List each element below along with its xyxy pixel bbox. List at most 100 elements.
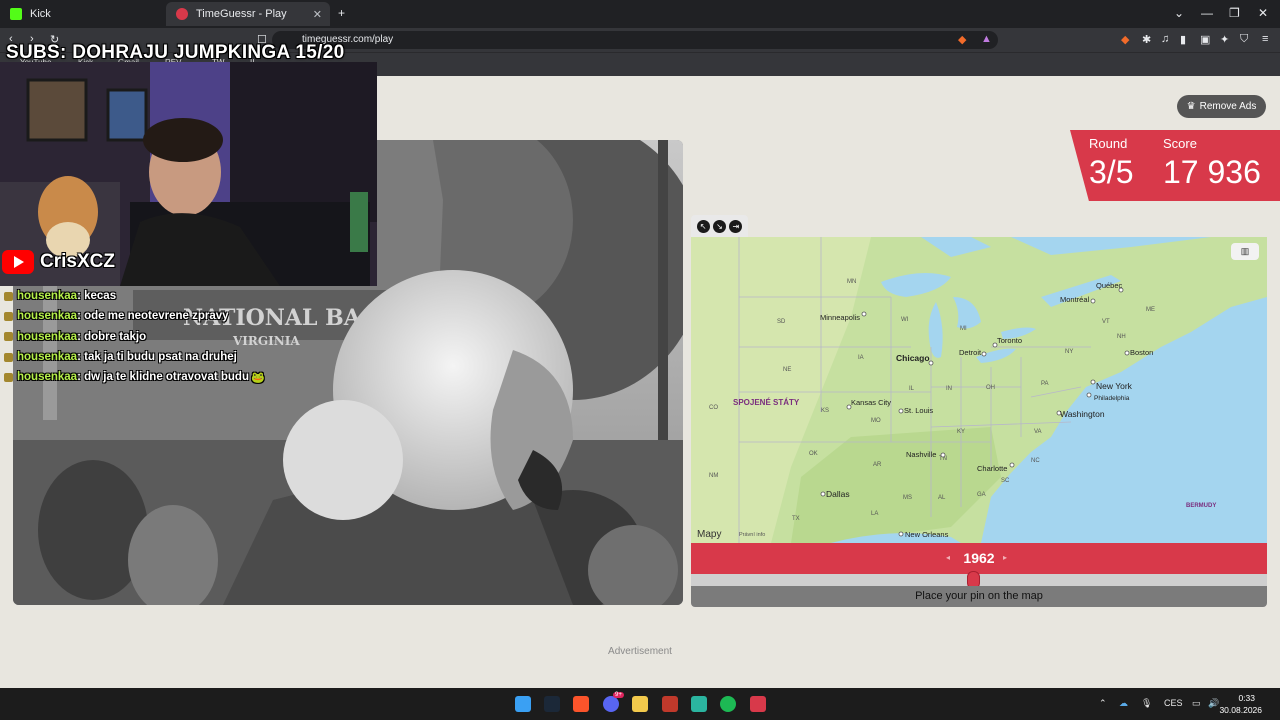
microphone-icon[interactable]: 🎙	[1141, 698, 1152, 709]
map-legal-link[interactable]: Právní info	[739, 532, 765, 538]
discord-icon[interactable]	[603, 696, 619, 712]
year-display: ◂ 1962 ▸	[691, 543, 1267, 574]
state-code: TX	[792, 516, 800, 522]
tab-search-icon[interactable]: ⌄	[1174, 6, 1184, 20]
volume-icon[interactable]: 🔊	[1208, 698, 1219, 709]
media-icon[interactable]: ♫	[1161, 33, 1169, 45]
kick-favicon-icon	[10, 8, 22, 20]
new-tab-icon[interactable]: +	[338, 6, 345, 20]
chat-badge-icon	[4, 332, 13, 342]
state-code: CO	[709, 405, 718, 411]
tray-overflow-icon[interactable]: ⌃	[1099, 698, 1107, 709]
state-code: AL	[938, 495, 946, 501]
place-pin-button[interactable]: Place your pin on the map	[691, 586, 1267, 607]
tab-kick[interactable]: Kick	[0, 2, 164, 26]
chat-text: ode me neotevrene zpravy	[84, 310, 229, 323]
state-code: MS	[903, 495, 912, 501]
restore-icon[interactable]: ❐	[1229, 6, 1240, 20]
sidebar-icon[interactable]: ▮	[1180, 33, 1186, 46]
chat-message: housenkaa: dw ja te klidne otravovat bud…	[4, 367, 294, 387]
crown-icon: ♛	[1186, 101, 1196, 112]
timeguessr-app-icon[interactable]	[750, 696, 766, 712]
pin-map-icon[interactable]: ⇥	[729, 219, 743, 233]
state-code: OK	[809, 451, 818, 457]
state-code: LA	[871, 511, 878, 517]
youtube-icon	[2, 250, 34, 274]
steam-icon[interactable]	[544, 696, 560, 712]
state-code: MO	[871, 418, 881, 424]
chat-text: dobre takjo	[84, 330, 147, 343]
chat-text: dw ja te klidne otravovat budu	[84, 371, 249, 384]
city-label: Boston	[1130, 348, 1153, 357]
menu-icon[interactable]: ≡	[1262, 33, 1268, 45]
state-code: ME	[1146, 307, 1155, 313]
remove-ads-button[interactable]: ♛ Remove Ads	[1177, 95, 1266, 118]
state-code: WI	[901, 317, 909, 323]
chat-overlay: housenkaa: kecas housenkaa: ode me neote…	[4, 286, 294, 387]
state-code: VT	[1102, 319, 1110, 325]
expand-map-icon[interactable]: ↖	[696, 219, 710, 233]
brave-rewards-icon[interactable]: ▲	[981, 33, 992, 45]
close-window-icon[interactable]: ✕	[1258, 6, 1268, 20]
chat-username: housenkaa	[17, 371, 78, 384]
chat-badge-icon	[4, 372, 13, 382]
map-layers-icon[interactable]: ▥	[1231, 243, 1259, 260]
chat-badge-icon	[4, 311, 13, 321]
chat-badge-icon	[4, 291, 13, 301]
app-red-icon[interactable]	[662, 696, 678, 712]
state-code: IN	[946, 386, 952, 392]
file-explorer-icon[interactable]	[632, 696, 648, 712]
extension-fox-icon[interactable]: ◆	[1121, 33, 1129, 46]
chat-text: tak ja ti budu psat na druhej	[84, 351, 237, 364]
minimize-icon[interactable]: —	[1201, 6, 1213, 20]
state-code: NH	[1117, 334, 1126, 340]
wallet-icon[interactable]: ▣	[1200, 33, 1210, 46]
spotify-icon[interactable]	[720, 696, 736, 712]
onedrive-icon[interactable]: ☁	[1119, 698, 1128, 709]
state-code: AR	[873, 462, 882, 468]
city-label: St. Louis	[904, 406, 933, 415]
state-code: SC	[1001, 478, 1010, 484]
city-label: Detroit	[959, 348, 982, 357]
chat-username: housenkaa	[17, 351, 78, 364]
app-teal-icon[interactable]	[691, 696, 707, 712]
chat-badge-icon	[4, 352, 13, 362]
address-bar[interactable]: timeguessr.com/play	[272, 31, 998, 49]
advertisement-label: Advertisement	[608, 646, 672, 657]
leo-ai-icon[interactable]: ✦	[1220, 33, 1229, 46]
map-attribution[interactable]: Mapy	[697, 529, 721, 540]
language-indicator[interactable]: CES	[1164, 698, 1183, 708]
guess-map[interactable]: SPOJENÉ STÁTY BERMUDY MN WI MI SD IA NE …	[691, 237, 1267, 543]
brave-browser-icon[interactable]	[573, 696, 589, 712]
extensions-icon[interactable]: ✱	[1142, 33, 1151, 46]
display-icon[interactable]: ▭	[1192, 698, 1201, 709]
state-code: PA	[1041, 381, 1049, 387]
state-code: NC	[1031, 458, 1040, 464]
chat-username: housenkaa	[17, 330, 78, 343]
start-icon[interactable]	[515, 696, 531, 712]
city-label: Nashville	[906, 450, 936, 459]
shrink-map-icon[interactable]: ↘	[712, 219, 726, 233]
subs-goal-text: SUBS: DOHRAJU JUMPKINGA 15/20	[6, 42, 345, 63]
map-image: SPOJENÉ STÁTY BERMUDY MN WI MI SD IA NE …	[691, 237, 1267, 543]
city-label: Washington	[1060, 409, 1105, 419]
chat-username: housenkaa	[17, 290, 78, 303]
city-label: Charlotte	[977, 464, 1007, 473]
windows-taskbar: 9+ ⌃ ☁ 🎙 CES ▭ 🔊 0:33 30.08.2026	[0, 688, 1280, 720]
state-code: IA	[858, 355, 864, 361]
emote-icon: 🐸	[250, 371, 265, 384]
state-code: VA	[1034, 429, 1042, 435]
close-tab-icon[interactable]: ✕	[313, 8, 322, 21]
tab-title: TimeGuessr - Play	[196, 8, 287, 20]
city-label: Philadelphia	[1094, 395, 1130, 402]
vpn-icon[interactable]: ⛉	[1240, 33, 1248, 46]
year-right-arrow-icon: ▸	[1003, 553, 1008, 562]
brave-shields-icon[interactable]: ◆	[958, 33, 966, 46]
state-code: NM	[709, 473, 718, 479]
clock-time[interactable]: 0:33	[1238, 693, 1255, 703]
country-label: SPOJENÉ STÁTY	[733, 398, 800, 407]
tab-timeguessr[interactable]: TimeGuessr - Play ✕	[166, 2, 330, 26]
round-value: 3/5	[1089, 154, 1134, 190]
clock-date[interactable]: 30.08.2026	[1219, 705, 1262, 715]
city-label: Kansas City	[851, 398, 891, 407]
